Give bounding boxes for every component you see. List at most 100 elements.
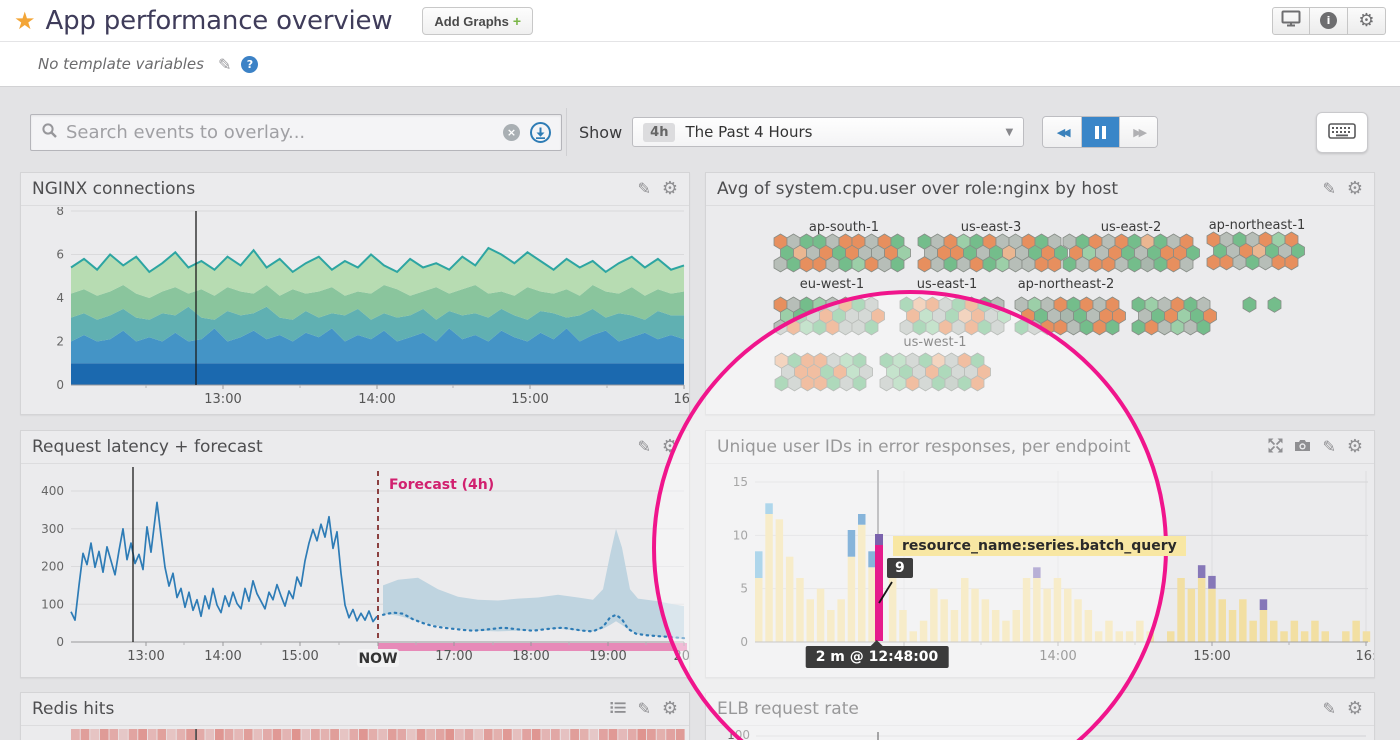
search-input[interactable] — [66, 122, 503, 143]
forward-icon: ▶▶ — [1133, 126, 1144, 139]
search-icon — [41, 122, 58, 143]
svg-text:8: 8 — [56, 207, 64, 218]
svg-text:17:00: 17:00 — [435, 649, 472, 664]
rewind-icon: ◀◀ — [1057, 126, 1068, 139]
svg-text:300: 300 — [41, 522, 64, 536]
svg-text:us-east-3: us-east-3 — [961, 220, 1022, 235]
pencil-icon[interactable]: ✎ — [1322, 439, 1335, 455]
nginx-stacked-area-chart[interactable]: 8 6 4 2 0 13:00 14:00 15:00 16: — [21, 207, 689, 414]
forward-button[interactable]: ▶▶ — [1119, 117, 1157, 147]
gear-icon[interactable]: ⚙ — [1347, 180, 1363, 198]
hostmap-hexagon-chart[interactable]: ap-south-1 us-east-3 us-east-2 ap-northeast… — [706, 207, 1374, 414]
camera-icon[interactable] — [1294, 439, 1311, 455]
time-range-label: The Past 4 Hours — [685, 123, 1005, 141]
expand-icon[interactable] — [1268, 438, 1283, 456]
show-label: Show — [579, 123, 622, 142]
pencil-icon[interactable]: ✎ — [637, 439, 650, 455]
settings-button[interactable]: ⚙ — [1348, 7, 1386, 35]
svg-text:14:00: 14:00 — [358, 392, 395, 407]
gear-icon[interactable]: ⚙ — [1347, 700, 1363, 718]
svg-text:0: 0 — [56, 635, 64, 649]
widget-elb-request-rate: ELB request rate ✎ ⚙ 100 — [705, 692, 1375, 740]
svg-text:15:00: 15:00 — [281, 649, 318, 664]
latency-line-chart[interactable]: 400300200100013:0014:0015:00NOW17:0018:0… — [21, 465, 689, 677]
top-header: ★ App performance overview Add Graphs+ i… — [0, 0, 1400, 42]
header-actions: i ⚙ — [1272, 7, 1386, 35]
clear-search-icon[interactable]: × — [503, 124, 520, 141]
keyboard-shortcuts-button[interactable] — [1316, 112, 1368, 153]
svg-text:10: 10 — [733, 528, 748, 542]
widget-nginx-connections: NGINX connections ✎ ⚙ 8 6 4 2 0 13:00 14:00 15:… — [20, 172, 690, 415]
event-search-box: × — [30, 114, 562, 151]
favorite-star-icon[interactable]: ★ — [14, 7, 36, 35]
widget-header: Redis hits ✎ ⚙ — [21, 693, 689, 726]
widget-title: Redis hits — [32, 699, 610, 719]
widget-header: NGINX connections ✎ ⚙ — [21, 173, 689, 206]
svg-text:13:00: 13:00 — [204, 392, 241, 407]
list-icon[interactable] — [610, 701, 626, 717]
svg-text:us-east-2: us-east-2 — [1101, 220, 1162, 235]
svg-text:200: 200 — [41, 560, 64, 574]
template-variables-text: No template variables — [38, 55, 204, 73]
widget-header: ELB request rate ✎ ⚙ — [706, 693, 1374, 726]
widget-request-latency: Request latency + forecast ✎ ⚙ 400300200… — [20, 430, 690, 678]
error-ids-bar-chart[interactable]: 15 10 5 0 14:00 15:00 16: — [706, 465, 1374, 677]
add-graphs-button[interactable]: Add Graphs+ — [422, 7, 533, 35]
forecast-label: Forecast (4h) — [389, 477, 494, 493]
svg-text:4: 4 — [56, 291, 64, 305]
edit-template-vars-pencil-icon[interactable]: ✎ — [218, 55, 231, 74]
svg-text:15:00: 15:00 — [1193, 649, 1230, 664]
svg-text:2: 2 — [56, 335, 64, 349]
chevron-down-icon: ▼ — [1005, 127, 1013, 138]
redis-heatmap-strip[interactable] — [21, 727, 689, 740]
gear-icon[interactable]: ⚙ — [662, 180, 678, 198]
svg-text:13:00: 13:00 — [127, 649, 164, 664]
svg-text:15: 15 — [733, 475, 748, 489]
time-range-badge: 4h — [643, 123, 675, 142]
gear-icon[interactable]: ⚙ — [662, 438, 678, 456]
help-icon[interactable]: ? — [241, 56, 258, 73]
pause-icon — [1095, 126, 1106, 139]
playback-controls: ◀◀ ▶▶ — [1042, 116, 1158, 148]
svg-text:ap-northeast-1: ap-northeast-1 — [1209, 218, 1306, 233]
tv-mode-button[interactable] — [1272, 7, 1310, 35]
gear-icon: ⚙ — [1358, 12, 1374, 30]
pencil-icon[interactable]: ✎ — [637, 701, 650, 717]
info-button[interactable]: i — [1310, 7, 1348, 35]
widget-header: Avg of system.cpu.user over role:nginx b… — [706, 173, 1374, 206]
svg-text:NOW: NOW — [358, 651, 397, 667]
svg-text:6: 6 — [56, 248, 64, 262]
svg-text:16:: 16: — [674, 392, 689, 407]
svg-text:0: 0 — [56, 378, 64, 392]
time-controls: Show 4h The Past 4 Hours ▼ ◀◀ ▶▶ — [566, 108, 1186, 156]
pencil-icon[interactable]: ✎ — [1322, 701, 1335, 717]
svg-text:14:00: 14:00 — [1039, 649, 1076, 664]
widget-title: NGINX connections — [32, 179, 637, 199]
svg-text:19:00: 19:00 — [589, 649, 626, 664]
rewind-button[interactable]: ◀◀ — [1043, 117, 1081, 147]
svg-text:us-east-1: us-east-1 — [917, 277, 978, 292]
elb-line-chart[interactable]: 100 — [706, 727, 1374, 740]
widget-header: Unique user IDs in error responses, per … — [706, 431, 1374, 464]
svg-text:14:00: 14:00 — [204, 649, 241, 664]
svg-text:ap-south-1: ap-south-1 — [809, 220, 879, 235]
gear-icon[interactable]: ⚙ — [662, 700, 678, 718]
info-icon: i — [1320, 12, 1337, 29]
pencil-icon[interactable]: ✎ — [637, 181, 650, 197]
plus-icon: + — [513, 13, 521, 29]
widget-title: Request latency + forecast — [32, 437, 637, 457]
widget-hostmap: Avg of system.cpu.user over role:nginx b… — [705, 172, 1375, 415]
dashboard-canvas: ★ App performance overview Add Graphs+ i… — [0, 0, 1400, 740]
pause-button[interactable] — [1081, 117, 1119, 147]
svg-text:0: 0 — [740, 635, 748, 649]
pencil-icon[interactable]: ✎ — [1322, 181, 1335, 197]
gear-icon[interactable]: ⚙ — [1347, 438, 1363, 456]
download-arrow-icon[interactable] — [530, 122, 551, 143]
widget-redis-hits: Redis hits ✎ ⚙ — [20, 692, 690, 740]
svg-text:16:: 16: — [1356, 649, 1374, 664]
time-range-dropdown[interactable]: 4h The Past 4 Hours ▼ — [632, 117, 1024, 147]
svg-text:15:00: 15:00 — [511, 392, 548, 407]
svg-text:20:: 20: — [674, 649, 689, 664]
svg-text:ap-northeast-2: ap-northeast-2 — [1018, 277, 1115, 292]
svg-text:5: 5 — [740, 582, 748, 596]
